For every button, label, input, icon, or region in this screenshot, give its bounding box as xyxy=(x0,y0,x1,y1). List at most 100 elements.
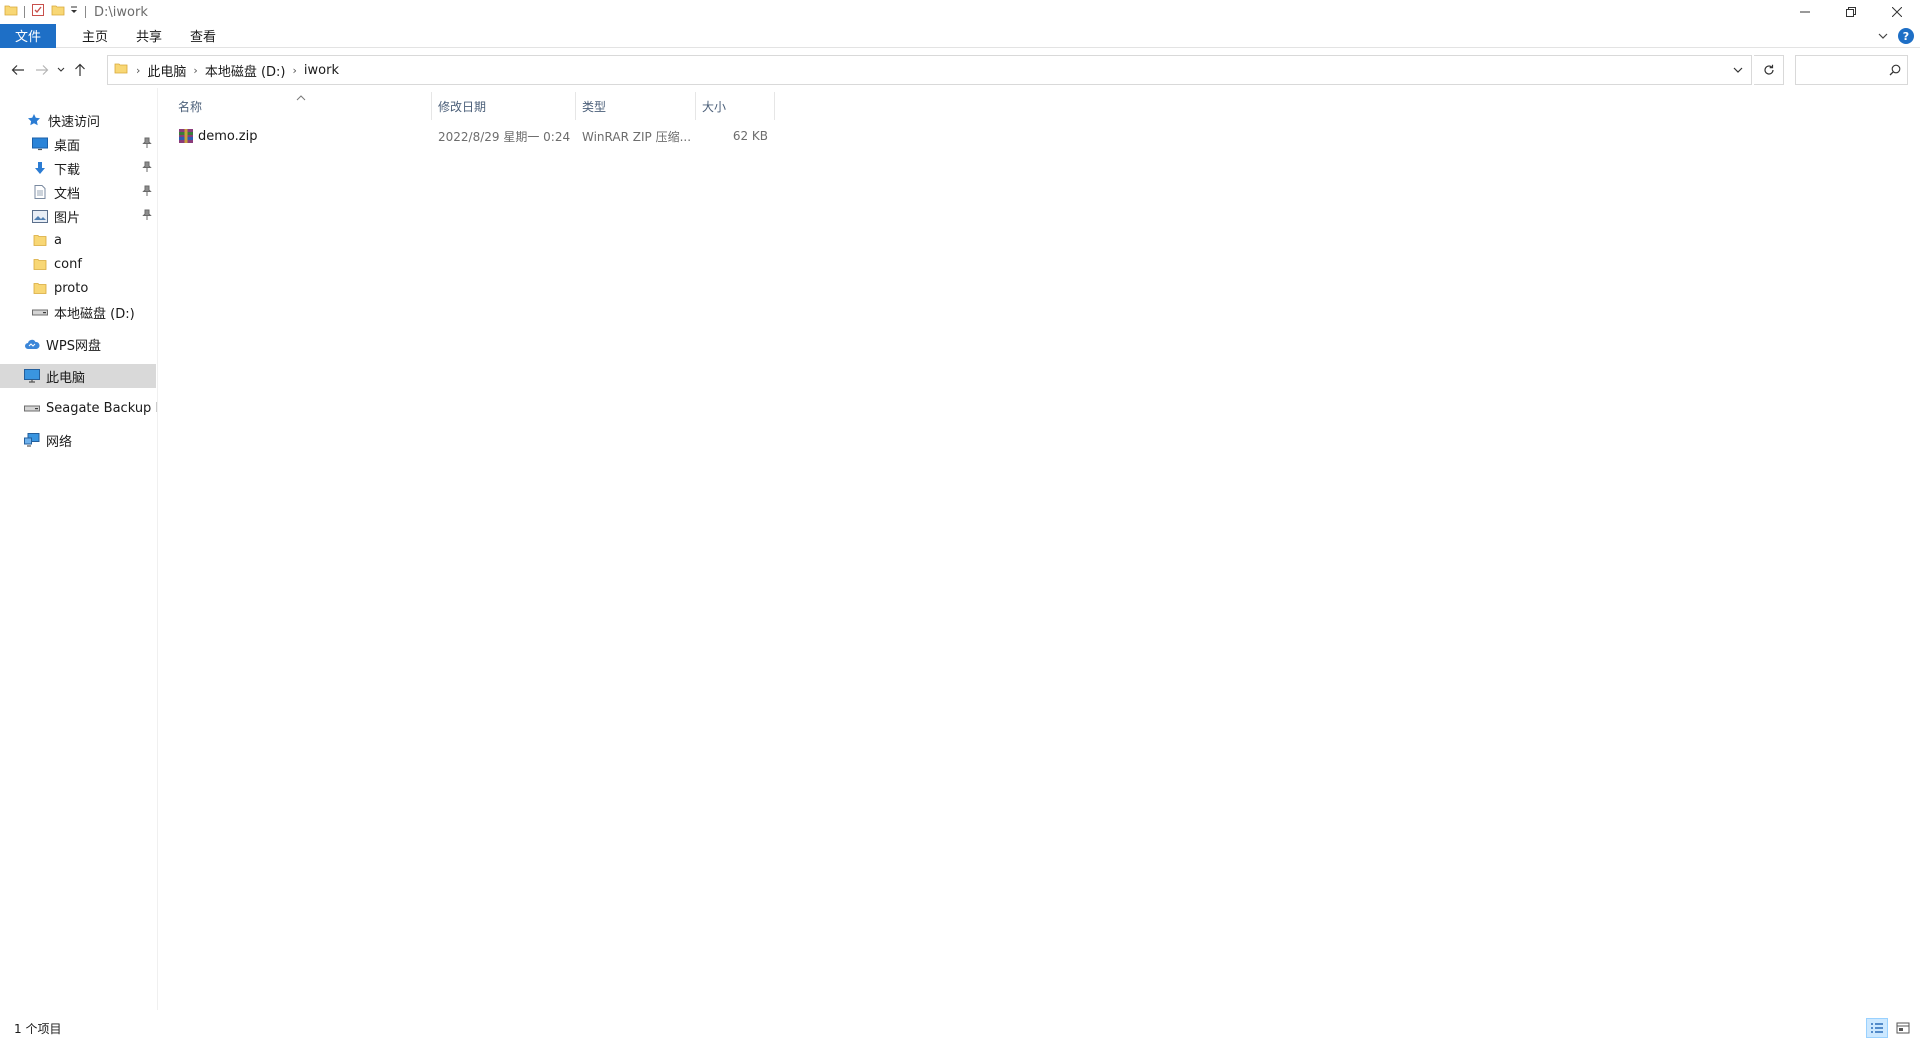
restore-button[interactable] xyxy=(1828,0,1874,24)
toolbar-divider xyxy=(85,6,86,18)
large-icons-view-icon xyxy=(1896,1022,1910,1034)
up-button[interactable] xyxy=(68,55,92,85)
chevron-right-icon[interactable]: › xyxy=(191,64,199,77)
pin-icon[interactable] xyxy=(142,137,152,153)
nav-item-label: Seagate Backup Plus Drive xyxy=(46,400,157,416)
column-header-type[interactable]: 类型 xyxy=(582,92,682,120)
document-icon xyxy=(32,184,48,200)
new-folder-icon[interactable] xyxy=(51,3,65,21)
nav-item-quick-access[interactable]: 快速访问 xyxy=(0,108,157,132)
details-view-icon xyxy=(1871,1023,1883,1033)
cloud-icon xyxy=(24,336,40,352)
window-controls xyxy=(1782,0,1920,24)
pin-icon[interactable] xyxy=(142,209,152,225)
column-divider[interactable] xyxy=(774,92,775,120)
back-button[interactable] xyxy=(6,55,30,85)
folder-icon xyxy=(32,232,48,248)
nav-item-label: 快速访问 xyxy=(48,114,101,130)
window-title: D:\iwork xyxy=(94,4,148,20)
navigation-pane: 快速访问 桌面 下载 文档 图片 a conf proto 本地磁盘 (D:) … xyxy=(0,88,158,1010)
minimize-icon xyxy=(1800,11,1810,13)
nav-item-downloads[interactable]: 下载 xyxy=(0,156,157,180)
nav-item-pictures[interactable]: 图片 xyxy=(0,204,157,228)
nav-item-folder-conf[interactable]: conf xyxy=(0,252,157,276)
refresh-button[interactable] xyxy=(1754,55,1784,85)
file-name: demo.zip xyxy=(198,128,258,144)
file-list: 名称 修改日期 类型 大小 demo.zip 2022/8/29 星期一 0:2… xyxy=(172,92,1912,1010)
folder-icon xyxy=(114,61,128,79)
customize-dropdown-icon[interactable] xyxy=(69,4,79,20)
help-icon[interactable]: ? xyxy=(1898,28,1914,44)
download-icon xyxy=(32,160,48,176)
column-divider[interactable] xyxy=(431,92,432,120)
drive-icon xyxy=(32,304,48,320)
column-header-name[interactable]: 名称 xyxy=(178,92,426,120)
nav-item-network[interactable]: 网络 xyxy=(0,428,157,452)
nav-item-wps-cloud[interactable]: WPS网盘 xyxy=(0,332,157,356)
item-count: 1 个项目 xyxy=(14,1021,62,1036)
arrow-left-icon xyxy=(11,65,24,75)
ribbon-right-controls: ? xyxy=(1878,24,1914,48)
search-box[interactable] xyxy=(1795,55,1908,85)
navigation-bar: › 此电脑 › 本地磁盘 (D:) › iwork xyxy=(0,52,1920,88)
arrow-right-icon xyxy=(36,65,49,75)
pin-icon[interactable] xyxy=(142,185,152,201)
tab-share[interactable]: 共享 xyxy=(122,24,176,48)
breadcrumb-this-pc[interactable]: 此电脑 xyxy=(142,61,191,80)
nav-item-label: 下载 xyxy=(54,162,81,178)
address-bar[interactable]: › 此电脑 › 本地磁盘 (D:) › iwork xyxy=(107,55,1752,85)
chevron-right-icon[interactable]: › xyxy=(134,64,142,77)
recent-locations-button[interactable] xyxy=(54,55,68,85)
computer-icon xyxy=(24,368,40,384)
column-header-size[interactable]: 大小 xyxy=(702,92,762,120)
toolbar-divider xyxy=(24,6,25,18)
folder-icon xyxy=(32,280,48,296)
chevron-right-icon[interactable]: › xyxy=(291,64,299,77)
nav-item-documents[interactable]: 文档 xyxy=(0,180,157,204)
table-row[interactable]: demo.zip 2022/8/29 星期一 0:24 WinRAR ZIP 压… xyxy=(172,124,774,148)
nav-item-local-disk-d[interactable]: 本地磁盘 (D:) xyxy=(0,300,157,324)
forward-button[interactable] xyxy=(30,55,54,85)
nav-item-desktop[interactable]: 桌面 xyxy=(0,132,157,156)
close-button[interactable] xyxy=(1874,0,1920,24)
nav-item-label: WPS网盘 xyxy=(46,338,101,354)
file-name-cell[interactable]: demo.zip xyxy=(178,124,426,148)
nav-item-folder-a[interactable]: a xyxy=(0,228,157,252)
ribbon-tabs: 文件 主页 共享 查看 ? xyxy=(0,23,1920,48)
tab-file[interactable]: 文件 xyxy=(0,23,56,48)
breadcrumb-iwork[interactable]: iwork xyxy=(299,63,344,78)
tab-view[interactable]: 查看 xyxy=(176,24,230,48)
details-view-button[interactable] xyxy=(1866,1018,1888,1038)
address-dropdown-button[interactable] xyxy=(1725,56,1751,84)
folder-icon xyxy=(32,256,48,272)
column-divider[interactable] xyxy=(575,92,576,120)
breadcrumb: › 此电脑 › 本地磁盘 (D:) › iwork xyxy=(108,56,1725,84)
pin-icon[interactable] xyxy=(142,161,152,177)
breadcrumb-local-disk-d[interactable]: 本地磁盘 (D:) xyxy=(200,61,291,80)
pictures-icon xyxy=(32,208,48,224)
column-divider[interactable] xyxy=(695,92,696,120)
nav-item-this-pc[interactable]: 此电脑 xyxy=(0,364,156,388)
winrar-archive-icon xyxy=(178,128,194,144)
nav-item-label: 文档 xyxy=(54,186,81,202)
file-type-cell: WinRAR ZIP 压缩... xyxy=(582,129,692,144)
nav-item-label: 网络 xyxy=(46,434,73,450)
properties-check-icon[interactable] xyxy=(31,3,45,21)
file-size-cell: 62 KB xyxy=(732,129,768,143)
minimize-button[interactable] xyxy=(1782,0,1828,24)
nav-item-seagate-drive[interactable]: Seagate Backup Plus Drive xyxy=(0,396,157,420)
expand-ribbon-icon[interactable] xyxy=(1878,29,1888,44)
search-input[interactable] xyxy=(1805,58,1889,82)
search-icon[interactable] xyxy=(1889,64,1901,76)
desktop-icon xyxy=(32,136,48,152)
column-header-modified[interactable]: 修改日期 xyxy=(438,92,575,120)
title-bar: D:\iwork xyxy=(0,0,1920,24)
nav-item-folder-proto[interactable]: proto xyxy=(0,276,157,300)
large-icons-view-button[interactable] xyxy=(1892,1018,1914,1038)
chevron-down-icon xyxy=(57,67,65,72)
tab-home[interactable]: 主页 xyxy=(56,24,122,48)
status-bar: 1 个项目 xyxy=(0,1016,1920,1040)
nav-item-label: 桌面 xyxy=(54,138,81,154)
arrow-up-icon xyxy=(75,63,85,76)
folder-icon[interactable] xyxy=(4,3,18,21)
